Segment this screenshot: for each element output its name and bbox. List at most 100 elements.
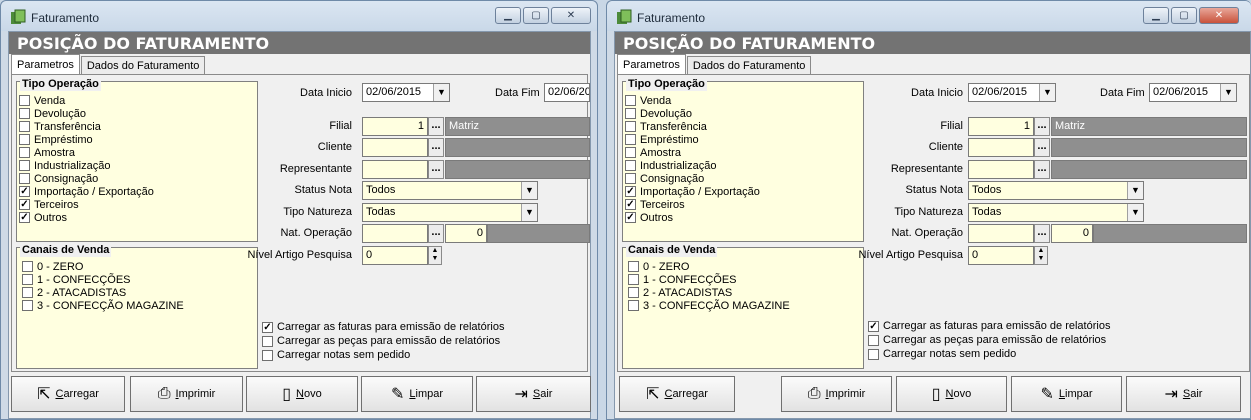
nivel-artigo-input[interactable]: 0 (362, 246, 428, 265)
spin-up-icon[interactable]: ▲ (1035, 247, 1047, 255)
tipo-operacao-checkbox[interactable] (19, 121, 30, 132)
status-nota-select[interactable]: Todos ▼ (968, 181, 1144, 200)
option-item[interactable]: ✓ Carregar as faturas para emissão de rel… (868, 319, 1110, 333)
data-inicio-input[interactable]: 02/06/2015 ▼ (968, 83, 1056, 102)
representante-input[interactable] (968, 160, 1034, 179)
tipo-operacao-item[interactable]: Industrialização (625, 159, 863, 172)
tipo-operacao-item[interactable]: Venda (19, 94, 257, 107)
tipo-operacao-item[interactable]: Transferência (625, 120, 863, 133)
chevron-down-icon[interactable]: ▼ (521, 204, 537, 221)
imprimir-button[interactable]: ⎙ Imprimir (130, 376, 243, 412)
option-checkbox[interactable] (868, 334, 879, 346)
novo-button[interactable]: ▯ Novo (896, 376, 1007, 412)
nivel-artigo-spinner[interactable]: ▲ ▼ (428, 246, 442, 265)
tipo-operacao-item[interactable]: Consignação (19, 172, 257, 185)
chevron-down-icon[interactable]: ▼ (1039, 84, 1055, 101)
novo-button[interactable]: ▯ Novo (246, 376, 358, 412)
canal-item[interactable]: 3 - CONFECÇÃO MAGAZINE (628, 299, 863, 312)
title-bar[interactable]: Faturamento ▁ ▢ ✕ (1, 1, 597, 31)
canal-item[interactable]: 1 - CONFECÇÕES (22, 273, 257, 286)
spin-down-icon[interactable]: ▼ (429, 255, 441, 263)
nivel-artigo-spinner[interactable]: ▲ ▼ (1034, 246, 1048, 265)
option-checkbox[interactable]: ✓ (868, 320, 879, 332)
tipo-operacao-checkbox[interactable] (625, 160, 636, 171)
tipo-operacao-item[interactable]: Venda (625, 94, 863, 107)
option-item[interactable]: Carregar as peças para emissão de relató… (868, 333, 1110, 347)
tipo-operacao-checkbox[interactable] (625, 134, 636, 145)
canal-item[interactable]: 0 - ZERO (22, 260, 257, 273)
canal-item[interactable]: 3 - CONFECÇÃO MAGAZINE (22, 299, 257, 312)
nat-operacao-code[interactable]: 0 (1051, 224, 1093, 243)
canal-checkbox[interactable] (628, 300, 639, 311)
tipo-operacao-checkbox[interactable] (19, 108, 30, 119)
chevron-down-icon[interactable]: ▼ (433, 84, 449, 101)
tipo-operacao-item[interactable]: Empréstimo (625, 133, 863, 146)
tipo-operacao-checkbox[interactable] (625, 147, 636, 158)
canal-checkbox[interactable] (628, 261, 639, 272)
representante-lookup-button[interactable]: ... (1034, 160, 1050, 179)
title-bar[interactable]: Faturamento ▁ ▢ ✕ (607, 1, 1251, 31)
nat-operacao-input[interactable] (362, 224, 428, 243)
tipo-operacao-checkbox[interactable]: ✓ (19, 186, 30, 197)
data-fim-input[interactable]: 02/06/2015 ▼ (1149, 83, 1237, 102)
chevron-down-icon[interactable]: ▼ (1220, 84, 1236, 101)
data-inicio-input[interactable]: 02/06/2015 ▼ (362, 83, 450, 102)
tipo-operacao-checkbox[interactable]: ✓ (625, 212, 636, 223)
nivel-artigo-input[interactable]: 0 (968, 246, 1034, 265)
canal-item[interactable]: 1 - CONFECÇÕES (628, 273, 863, 286)
filial-lookup-button[interactable]: ... (428, 117, 444, 136)
tipo-operacao-item[interactable]: Amostra (19, 146, 257, 159)
tipo-operacao-item[interactable]: Amostra (625, 146, 863, 159)
carregar-button[interactable]: ⇱ Carregar (11, 376, 125, 412)
tipo-operacao-item[interactable]: Consignação (625, 172, 863, 185)
status-nota-select[interactable]: Todos ▼ (362, 181, 538, 200)
spin-up-icon[interactable]: ▲ (429, 247, 441, 255)
cliente-input[interactable] (968, 138, 1034, 157)
option-checkbox[interactable]: ✓ (262, 321, 273, 333)
sair-button[interactable]: ⇥ Sair (1126, 376, 1241, 412)
close-icon[interactable]: ✕ (1199, 7, 1239, 24)
tipo-natureza-select[interactable]: Todas ▼ (968, 203, 1144, 222)
tipo-operacao-checkbox[interactable]: ✓ (19, 199, 30, 210)
minimize-icon[interactable]: ▁ (495, 7, 521, 24)
tipo-operacao-item[interactable]: ✓ Importação / Exportação (625, 185, 863, 198)
option-checkbox[interactable] (262, 349, 273, 361)
canal-checkbox[interactable] (22, 261, 33, 272)
close-icon[interactable]: ✕ (551, 7, 591, 24)
tipo-operacao-checkbox[interactable]: ✓ (625, 186, 636, 197)
spin-down-icon[interactable]: ▼ (1035, 255, 1047, 263)
tipo-operacao-item[interactable]: ✓ Outros (19, 211, 257, 224)
tipo-operacao-checkbox[interactable] (625, 173, 636, 184)
carregar-button[interactable]: ⇱ Carregar (619, 376, 735, 412)
tipo-operacao-item[interactable]: Devolução (19, 107, 257, 120)
tipo-operacao-item[interactable]: ✓ Importação / Exportação (19, 185, 257, 198)
tipo-operacao-item[interactable]: Industrialização (19, 159, 257, 172)
canal-item[interactable]: 2 - ATACADISTAS (22, 286, 257, 299)
tipo-operacao-item[interactable]: Devolução (625, 107, 863, 120)
imprimir-button[interactable]: ⎙ Imprimir (781, 376, 892, 412)
nat-operacao-code[interactable]: 0 (445, 224, 487, 243)
canal-checkbox[interactable] (22, 274, 33, 285)
tipo-operacao-checkbox[interactable] (625, 95, 636, 106)
tipo-operacao-checkbox[interactable] (625, 108, 636, 119)
chevron-down-icon[interactable]: ▼ (521, 182, 537, 199)
representante-lookup-button[interactable]: ... (428, 160, 444, 179)
tipo-operacao-checkbox[interactable] (625, 121, 636, 132)
cliente-input[interactable] (362, 138, 428, 157)
tab-dados-faturamento[interactable]: Dados do Faturamento (80, 56, 206, 74)
tipo-operacao-item[interactable]: ✓ Terceiros (625, 198, 863, 211)
tipo-operacao-item[interactable]: Empréstimo (19, 133, 257, 146)
canal-checkbox[interactable] (628, 274, 639, 285)
chevron-down-icon[interactable]: ▼ (1127, 204, 1143, 221)
nat-operacao-lookup-button[interactable]: ... (428, 224, 444, 243)
tipo-operacao-item[interactable]: Transferência (19, 120, 257, 133)
cliente-lookup-button[interactable]: ... (1034, 138, 1050, 157)
tipo-operacao-checkbox[interactable] (19, 173, 30, 184)
limpar-button[interactable]: ✎ Limpar (361, 376, 473, 412)
maximize-icon[interactable]: ▢ (523, 7, 549, 24)
option-checkbox[interactable] (868, 348, 879, 360)
option-item[interactable]: Carregar notas sem pedido (262, 348, 504, 362)
tipo-natureza-select[interactable]: Todas ▼ (362, 203, 538, 222)
tab-dados-faturamento[interactable]: Dados do Faturamento (686, 56, 812, 74)
nat-operacao-lookup-button[interactable]: ... (1034, 224, 1050, 243)
